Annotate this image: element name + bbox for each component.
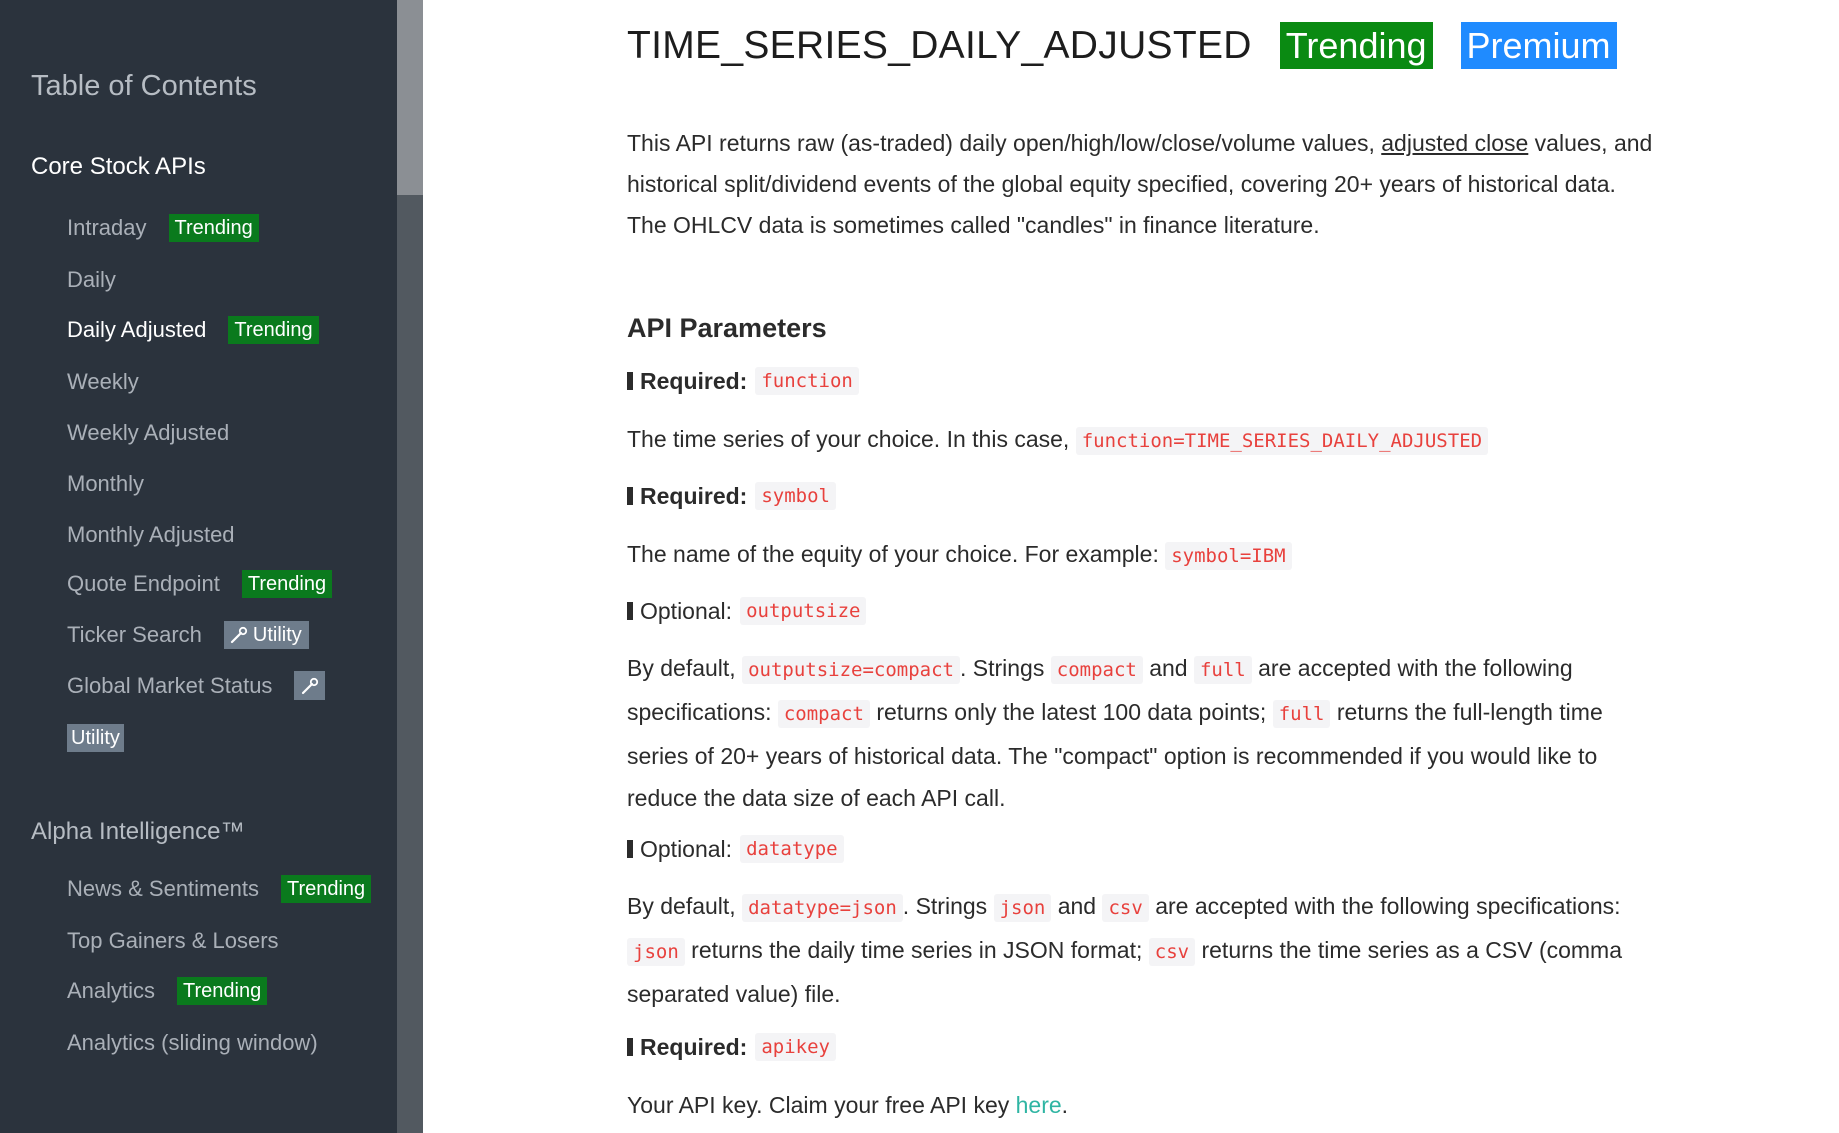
code-snippet: outputsize=compact	[742, 656, 960, 684]
sidebar-item-label: Weekly Adjusted	[67, 420, 230, 445]
sidebar-item-global-market-status[interactable]: Global Market Status	[67, 671, 326, 700]
sidebar-item-analytics[interactable]: Analytics Trending	[67, 977, 268, 1005]
utility-badge	[294, 671, 326, 700]
sidebar-item-label: Quote Endpoint	[67, 571, 220, 596]
param-name: apikey	[755, 1033, 836, 1061]
param-kind: Optional:	[640, 835, 733, 862]
toc-title: Table of Contents	[31, 70, 257, 102]
page: Table of Contents Core Stock APIs Intrad…	[0, 0, 1839, 1133]
sidebar-item-analytics-sliding-window[interactable]: Analytics (sliding window)	[67, 1030, 318, 1056]
param-datatype: Optional: datatype	[627, 835, 844, 863]
sidebar-item-label: Intraday	[67, 215, 147, 240]
sidebar-item-label: Ticker Search	[67, 622, 202, 647]
trending-badge: Trending	[168, 214, 259, 242]
code-snippet: compact	[777, 700, 870, 728]
section-alpha-intelligence[interactable]: Alpha Intelligence™	[31, 818, 244, 846]
param-kind: Required:	[640, 1033, 748, 1060]
utility-badge: Utility	[223, 621, 309, 649]
sidebar-item-label: Monthly Adjusted	[67, 522, 235, 547]
param-marker	[627, 840, 633, 858]
trending-badge: Trending	[241, 570, 333, 598]
trending-badge: Trending	[177, 977, 268, 1005]
param-apikey-desc: Your API key. Claim your free API key he…	[627, 1092, 1069, 1118]
param-datatype-desc: By default, datatype=json. Strings json …	[627, 893, 1623, 1007]
code-snippet: full	[1193, 656, 1252, 684]
param-outputsize: Optional: outputsize	[627, 597, 867, 625]
adjusted-close-link[interactable]: adjusted close	[1381, 130, 1528, 156]
premium-badge: Premium	[1460, 22, 1617, 69]
sidebar-item-label: Top Gainers & Losers	[67, 928, 279, 953]
utility-badge-label: Utility	[252, 624, 302, 646]
sidebar-item-label: Monthly	[67, 471, 145, 496]
claim-api-key-link[interactable]: here	[1016, 1092, 1062, 1118]
param-marker	[627, 602, 633, 620]
sidebar-item-label: News & Sentiments	[67, 876, 259, 901]
code-snippet: compact	[1050, 656, 1143, 684]
trending-badge: Trending	[228, 316, 319, 344]
param-name: datatype	[740, 835, 844, 863]
sidebar-item-quote-endpoint[interactable]: Quote Endpoint Trending	[67, 570, 333, 598]
sidebar-item-intraday[interactable]: Intraday Trending	[67, 214, 259, 242]
sidebar: Table of Contents Core Stock APIs Intrad…	[0, 0, 423, 1133]
code-snippet: json	[627, 938, 685, 966]
param-marker	[627, 1038, 633, 1056]
param-kind: Optional:	[640, 597, 733, 624]
sidebar-item-label: Daily Adjusted	[67, 317, 207, 342]
sidebar-item-news-sentiments[interactable]: News & Sentiments Trending	[67, 875, 372, 903]
param-name: symbol	[755, 482, 836, 510]
sidebar-item-ticker-search[interactable]: Ticker Search Utility	[67, 621, 309, 649]
sidebar-item-weekly-adjusted[interactable]: Weekly Adjusted	[67, 420, 229, 446]
code-snippet: json	[993, 894, 1052, 922]
code-snippet: csv	[1148, 938, 1196, 966]
code-snippet: csv	[1102, 894, 1149, 922]
intro-paragraph: This API returns raw (as-traded) daily o…	[627, 123, 1657, 246]
param-apikey: Required: apikey	[627, 1033, 836, 1061]
sidebar-item-label: Analytics (sliding window)	[67, 1030, 318, 1055]
sidebar-item-top-gainers-losers[interactable]: Top Gainers & Losers	[67, 928, 279, 954]
param-kind: Required:	[640, 482, 748, 509]
sidebar-item-daily-adjusted[interactable]: Daily Adjusted Trending	[67, 316, 319, 344]
param-marker	[627, 487, 633, 505]
wrench-icon	[301, 677, 319, 694]
param-marker	[627, 372, 633, 390]
sidebar-scrollbar-thumb[interactable]	[397, 0, 423, 195]
param-symbol-desc: The name of the equity of your choice. F…	[627, 534, 1657, 577]
sidebar-item-label: Daily	[67, 267, 116, 292]
intro-text: This API returns raw (as-traded) daily o…	[627, 130, 1382, 156]
sidebar-item-daily[interactable]: Daily	[67, 267, 116, 293]
page-title: TIME_SERIES_DAILY_ADJUSTED	[627, 23, 1252, 67]
code-snippet: datatype=json	[742, 894, 903, 922]
sidebar-item-label: Global Market Status	[67, 672, 273, 698]
param-symbol: Required: symbol	[627, 482, 836, 510]
sidebar-item-weekly[interactable]: Weekly	[67, 369, 139, 395]
sidebar-item-monthly-adjusted[interactable]: Monthly Adjusted	[67, 522, 235, 548]
sidebar-item-label: Analytics	[67, 978, 156, 1003]
code-snippet: full	[1272, 700, 1331, 728]
utility-badge-label: Utility	[67, 724, 124, 752]
trending-badge: Trending	[1279, 22, 1433, 69]
code-snippet: symbol=IBM	[1165, 542, 1292, 570]
sidebar-item-monthly[interactable]: Monthly	[67, 471, 144, 497]
sidebar-item-label: Weekly	[67, 369, 139, 394]
param-kind: Required:	[640, 367, 748, 394]
param-function: Required: function	[627, 367, 859, 395]
trending-badge: Trending	[280, 875, 372, 903]
api-parameters-heading: API Parameters	[627, 313, 827, 343]
param-name: outputsize	[740, 597, 867, 625]
code-snippet: function=TIME_SERIES_DAILY_ADJUSTED	[1075, 427, 1489, 455]
wrench-icon	[230, 626, 247, 644]
page-title-row: TIME_SERIES_DAILY_ADJUSTED Trending Prem…	[627, 22, 1617, 69]
param-outputsize-desc: By default, outputsize=compact. Strings …	[627, 655, 1603, 811]
param-function-desc: The time series of your choice. In this …	[627, 419, 1657, 462]
section-core-stock-apis[interactable]: Core Stock APIs	[31, 153, 206, 181]
param-name: function	[755, 367, 859, 395]
